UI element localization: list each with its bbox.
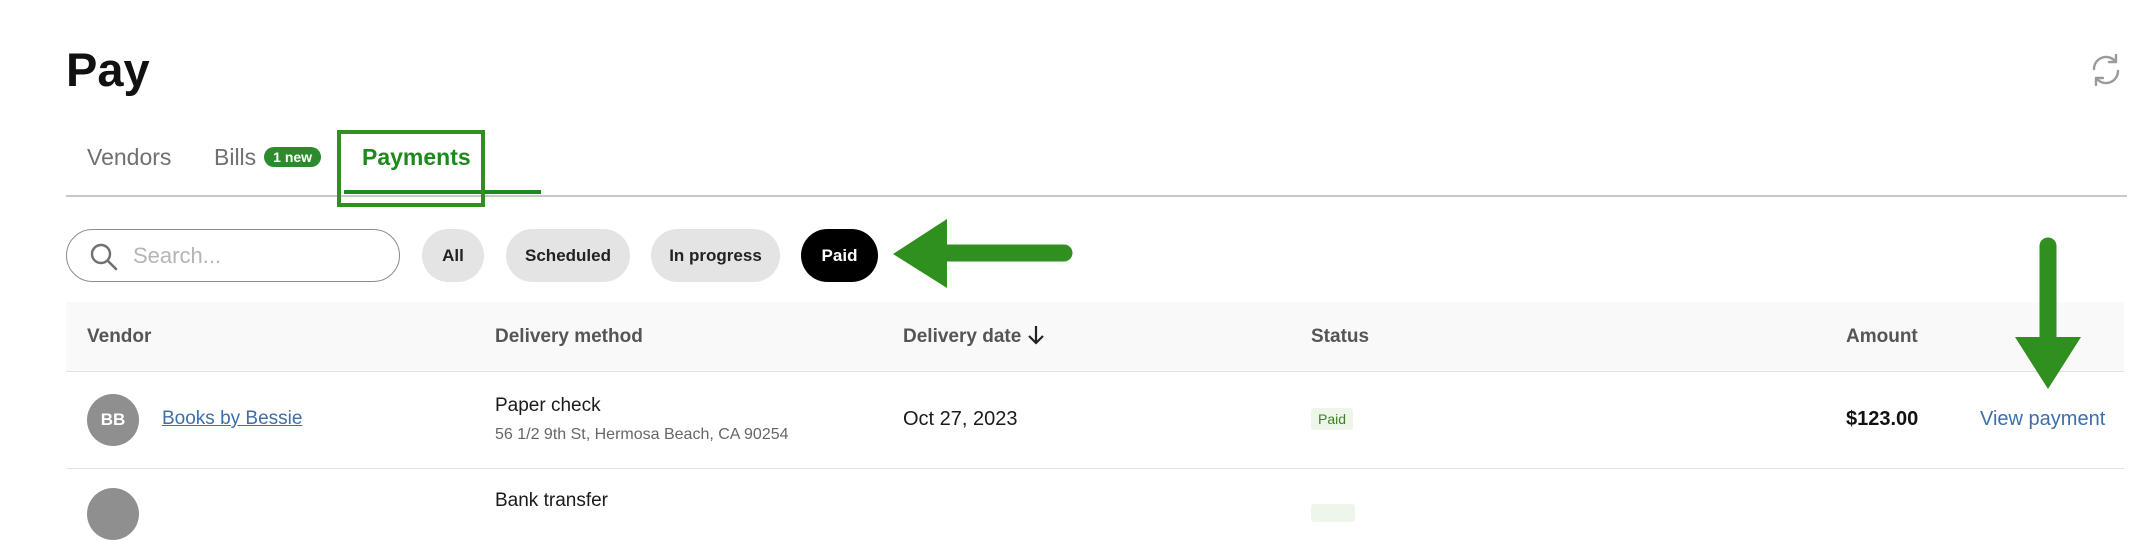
table-header: Vendor Delivery method Delivery date Sta… bbox=[66, 302, 2124, 372]
status-badge bbox=[1311, 504, 1355, 522]
column-header-delivery-method[interactable]: Delivery method bbox=[495, 326, 643, 348]
search-icon bbox=[90, 243, 118, 271]
filter-paid-button[interactable]: Paid bbox=[801, 229, 878, 282]
annotation-arrow-left bbox=[893, 219, 1073, 288]
table-row[interactable]: BB Books by Bessie Paper check 56 1/2 9t… bbox=[66, 373, 2124, 469]
column-header-status[interactable]: Status bbox=[1311, 326, 1369, 348]
tab-vendors[interactable]: Vendors bbox=[87, 144, 171, 171]
table-row[interactable]: Bank transfer bbox=[66, 470, 2124, 540]
column-header-delivery-date[interactable]: Delivery date bbox=[903, 325, 1045, 348]
filter-scheduled-button[interactable]: Scheduled bbox=[506, 229, 630, 282]
filter-in-progress-button[interactable]: In progress bbox=[651, 229, 780, 282]
delivery-address: 56 1/2 9th St, Hermosa Beach, CA 90254 bbox=[495, 426, 789, 443]
annotation-highlight-box bbox=[337, 130, 485, 207]
view-payment-link[interactable]: View payment bbox=[1980, 408, 2105, 431]
vendor-link[interactable]: Books by Bessie bbox=[162, 408, 302, 430]
tab-bills[interactable]: Bills 1 new bbox=[214, 144, 322, 171]
avatar bbox=[87, 488, 139, 540]
delivery-method: Bank transfer bbox=[495, 490, 608, 511]
refresh-icon[interactable] bbox=[2088, 52, 2124, 88]
arrow-down-icon bbox=[1028, 325, 1045, 345]
avatar: BB bbox=[87, 394, 139, 446]
column-header-amount[interactable]: Amount bbox=[1846, 326, 1918, 348]
tab-bills-label: Bills bbox=[214, 144, 257, 170]
filter-all-button[interactable]: All bbox=[422, 229, 484, 282]
column-header-vendor[interactable]: Vendor bbox=[87, 326, 151, 348]
page-title: Pay bbox=[66, 43, 150, 96]
column-header-delivery-date-label: Delivery date bbox=[903, 326, 1022, 347]
new-bills-badge: 1 new bbox=[264, 146, 322, 167]
search-input[interactable] bbox=[131, 240, 385, 272]
search-box[interactable] bbox=[66, 229, 400, 282]
delivery-date: Oct 27, 2023 bbox=[903, 408, 1018, 430]
delivery-method: Paper check bbox=[495, 395, 601, 416]
payment-amount: $123.00 bbox=[1846, 408, 1919, 430]
status-badge: Paid bbox=[1311, 408, 1354, 430]
